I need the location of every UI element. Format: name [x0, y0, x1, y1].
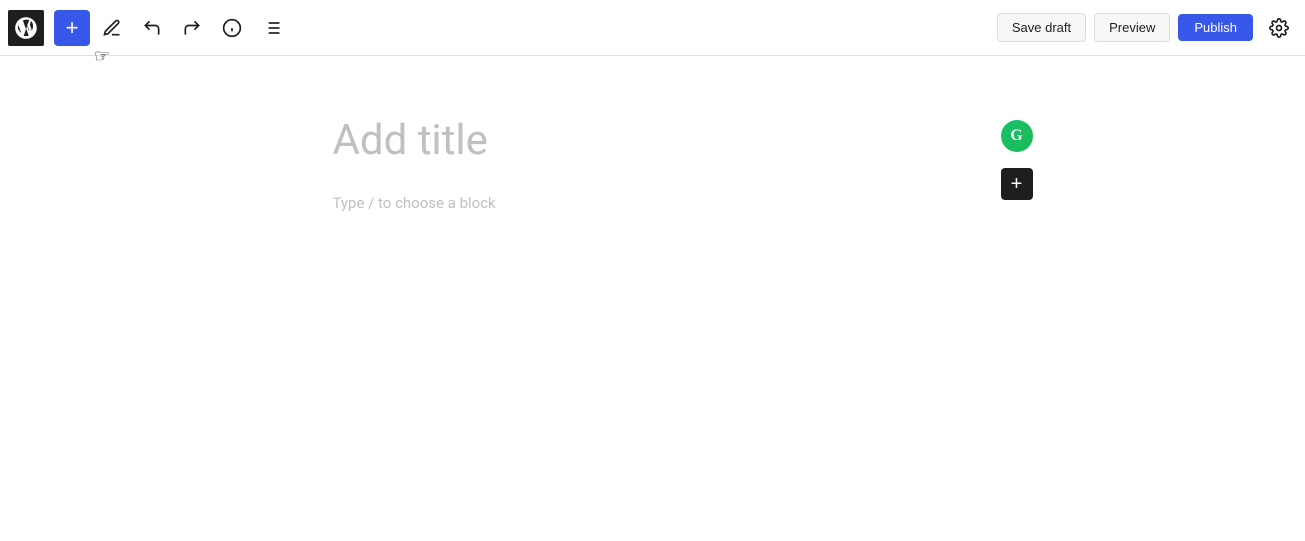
list-view-button[interactable] — [254, 10, 290, 46]
undo-button[interactable] — [134, 10, 170, 46]
toolbar: + ☞ — [0, 0, 1305, 56]
save-draft-button[interactable]: Save draft — [997, 13, 1086, 42]
info-button[interactable] — [214, 10, 250, 46]
wp-logo[interactable] — [8, 10, 44, 46]
redo-button[interactable] — [174, 10, 210, 46]
editor-inner: + Add title Type / to choose a block — [333, 116, 973, 212]
settings-button[interactable] — [1261, 10, 1297, 46]
publish-button[interactable]: Publish — [1178, 14, 1253, 41]
toolbar-right: Save draft Preview Publish — [997, 10, 1297, 46]
title-placeholder[interactable]: Add title — [333, 116, 973, 166]
add-block-button[interactable]: + — [54, 10, 90, 46]
add-block-inline-button[interactable]: + — [1001, 168, 1033, 200]
grammarly-icon[interactable] — [1001, 120, 1033, 152]
editor-area: + Add title Type / to choose a block — [0, 56, 1305, 272]
tools-button[interactable] — [94, 10, 130, 46]
block-placeholder[interactable]: Type / to choose a block — [333, 194, 973, 212]
preview-button[interactable]: Preview — [1094, 13, 1170, 42]
